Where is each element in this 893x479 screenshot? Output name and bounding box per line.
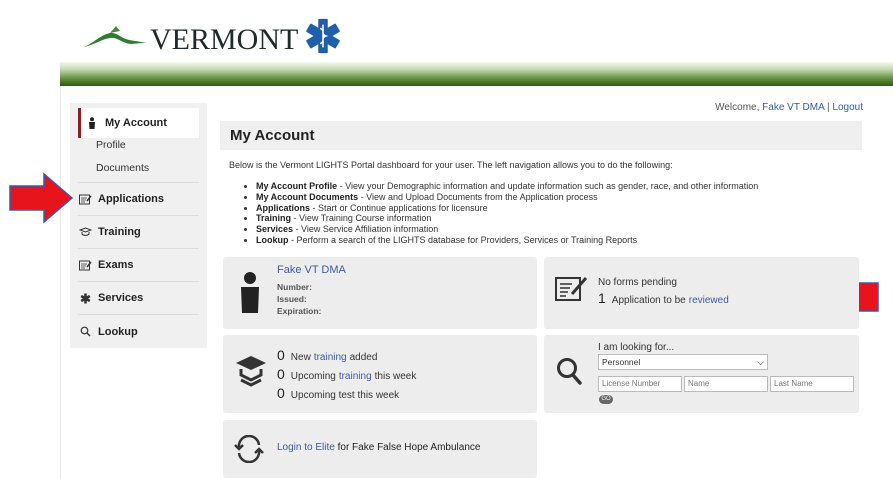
welcome-prefix: Welcome, — [715, 102, 760, 113]
forms-card: No forms pending 1 Application to be rev… — [544, 257, 859, 329]
logout-link[interactable]: Logout — [832, 102, 863, 113]
feature-list: My Account Profile - View your Demograph… — [256, 181, 758, 246]
list-item-text: - Perform a search of the LIGHTS databas… — [288, 234, 638, 245]
select-value: Personnel — [602, 357, 641, 367]
sidebar-item-services[interactable]: Services — [78, 282, 199, 315]
mountain-logo-icon — [84, 26, 146, 47]
training-text: New — [290, 352, 311, 363]
license-number-input[interactable]: License Number — [598, 376, 682, 392]
number-label: Number: — [277, 282, 312, 292]
list-item-text: - View and Upload Documents from the App… — [358, 191, 598, 202]
sidebar-item-label: Lookup — [98, 325, 138, 338]
form-edit-icon — [78, 192, 92, 206]
star-of-life-icon — [306, 18, 341, 54]
application-count: 1 — [598, 290, 606, 306]
training-card: 0 New training added 0 Upcoming training… — [223, 335, 537, 413]
welcome-separator: | — [827, 102, 830, 113]
training-count: 0 — [277, 366, 285, 382]
list-item: Training - View Training Course informat… — [256, 213, 758, 224]
name-input[interactable]: Name — [684, 376, 768, 392]
search-icon — [557, 358, 582, 385]
list-item-label: Applications — [256, 202, 311, 213]
search-card: I am looking for... Personnel ⌵ License … — [544, 335, 859, 413]
exam-form-icon — [78, 258, 92, 272]
list-item: My Account Profile - View your Demograph… — [256, 181, 758, 192]
elite-row: Login to Elite for Fake False Hope Ambul… — [277, 442, 480, 453]
vermont-logo[interactable]: VERMONT — [82, 12, 342, 60]
star-of-life-icon — [78, 291, 92, 305]
training-count: 0 — [277, 347, 285, 363]
refresh-icon — [234, 435, 264, 463]
issued-label: Issued: — [277, 294, 307, 304]
left-divider — [60, 86, 61, 479]
graduation-cap-icon — [78, 225, 92, 239]
logo-text: VERMONT — [150, 23, 299, 56]
list-item-label: Lookup — [256, 234, 289, 245]
chevron-down-icon: ⌵ — [757, 356, 764, 367]
training-link[interactable]: training — [339, 371, 372, 382]
sidebar-item-label: Applications — [98, 193, 165, 205]
header-green-bar — [60, 62, 893, 86]
go-button[interactable]: GO — [599, 395, 613, 404]
login-elite-link[interactable]: Login to Elite — [277, 442, 335, 453]
sidebar-item-label: My Account — [105, 117, 167, 129]
list-item: Lookup - Perform a search of the LIGHTS … — [256, 235, 758, 246]
red-arrow-right-icon — [9, 172, 74, 224]
search-label: I am looking for... — [598, 342, 675, 353]
list-item: My Account Documents - View and Upload D… — [256, 192, 758, 203]
person-icon — [241, 272, 259, 313]
profile-card: Fake VT DMA Number: Issued: Expiration: — [223, 257, 537, 329]
forms-pending-text: No forms pending — [598, 277, 677, 288]
sidebar-subitem-profile[interactable]: Profile — [96, 139, 126, 151]
training-text: this week — [374, 371, 417, 382]
test-text: Upcoming test this week — [290, 390, 400, 401]
sidebar-item-applications[interactable]: Applications — [78, 183, 199, 216]
person-icon — [85, 116, 99, 130]
sidebar-item-lookup[interactable]: Lookup — [78, 315, 199, 348]
user-link[interactable]: Fake VT DMA — [762, 102, 824, 113]
expiration-label: Expiration: — [277, 306, 322, 316]
sidebar-item-exams[interactable]: Exams — [78, 249, 199, 282]
sidebar-item-my-account[interactable]: My Account — [78, 108, 199, 138]
training-row-new: 0 New training added — [277, 347, 377, 363]
list-item-text: - View Service Affiliation information — [293, 224, 439, 235]
list-item-label: Services — [256, 224, 294, 235]
training-row-tests: 0 Upcoming test this week — [277, 385, 399, 401]
sidebar: My Account Profile Documents Application… — [70, 103, 207, 348]
sidebar-item-label: Services — [98, 292, 144, 304]
list-item-text: - Start or Continue applications for lic… — [310, 202, 488, 213]
form-edit-icon — [555, 277, 588, 301]
search-icon — [78, 325, 92, 339]
training-text: Upcoming — [290, 371, 336, 382]
list-item-label: My Account Documents — [256, 191, 359, 202]
page-title: My Account — [220, 121, 862, 150]
list-item-label: Training — [256, 213, 292, 224]
last-name-input[interactable]: Last Name — [770, 376, 854, 392]
profile-name-link[interactable]: Fake VT DMA — [277, 264, 346, 276]
list-item-text: - View your Demographic information and … — [337, 181, 759, 191]
elite-text: for Fake False Hope Ambulance — [337, 442, 481, 453]
reviewed-link[interactable]: reviewed — [689, 295, 729, 306]
list-item: Services - View Service Affiliation info… — [256, 224, 758, 235]
sidebar-item-label: Exams — [98, 259, 134, 271]
page-intro: Below is the Vermont LIGHTS Portal dashb… — [229, 160, 673, 170]
forms-application-row: 1 Application to be reviewed — [598, 290, 729, 306]
list-item-text: - View Training Course information — [291, 213, 432, 224]
graduation-cap-icon — [236, 356, 266, 387]
sidebar-subitem-documents[interactable]: Documents — [96, 162, 149, 174]
lookup-type-select[interactable]: Personnel ⌵ — [598, 354, 768, 370]
training-text: added — [349, 352, 378, 363]
test-count: 0 — [277, 385, 285, 401]
application-text: Application to be — [611, 295, 686, 306]
elite-card: Login to Elite for Fake False Hope Ambul… — [223, 420, 537, 478]
training-row-upcoming: 0 Upcoming training this week — [277, 366, 416, 382]
list-item-label: My Account Profile — [256, 181, 338, 191]
welcome-bar: Welcome, Fake VT DMA | Logout — [715, 102, 863, 113]
list-item: Applications - Start or Continue applica… — [256, 203, 758, 214]
sidebar-item-label: Training — [98, 226, 141, 238]
sidebar-item-training[interactable]: Training — [78, 216, 199, 249]
training-link[interactable]: training — [314, 352, 347, 363]
